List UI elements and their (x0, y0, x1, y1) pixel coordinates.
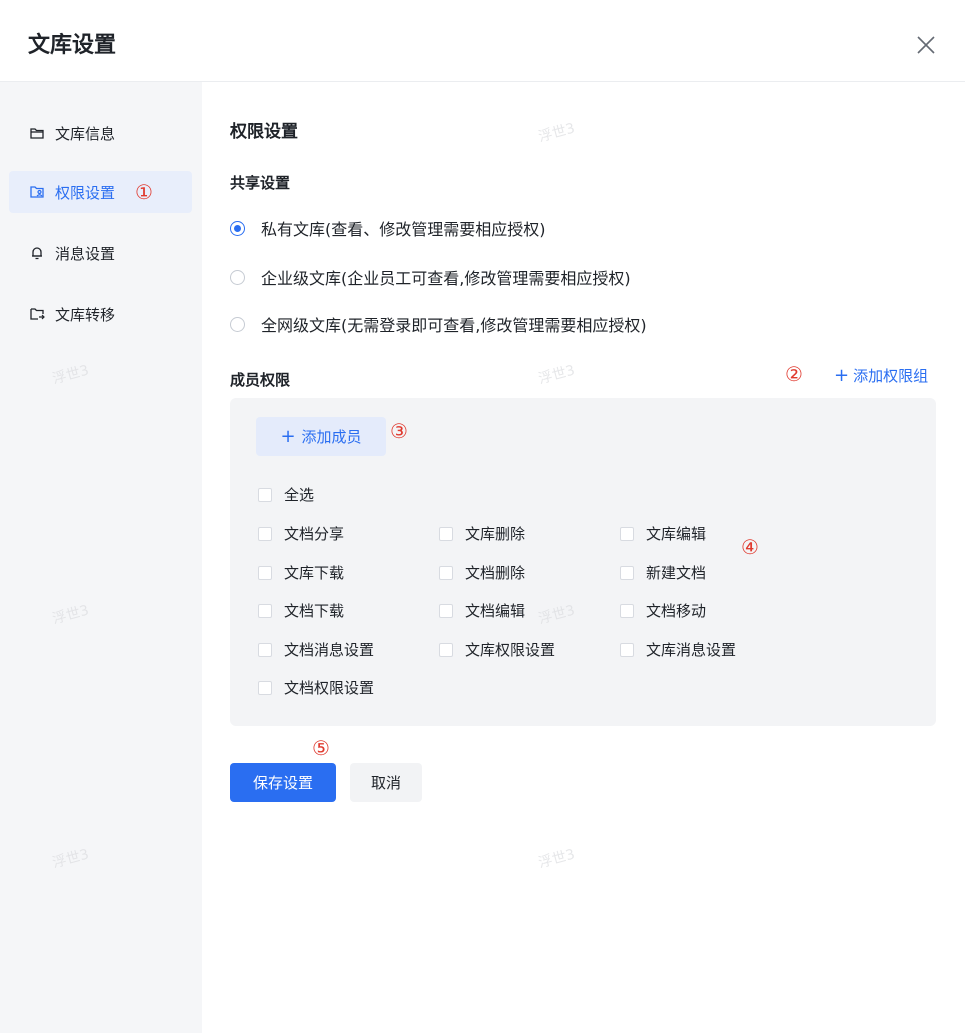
add-member-button[interactable]: + 添加成员 (256, 417, 386, 456)
plus-icon: + (280, 426, 296, 447)
radio-button[interactable] (230, 220, 245, 236)
checkbox[interactable] (620, 565, 634, 580)
close-icon[interactable] (915, 34, 937, 56)
checkbox-permission[interactable]: 文档编辑 (439, 600, 525, 621)
checkbox-label: 文库删除 (465, 525, 526, 543)
checkbox-label: 文档权限设置 (284, 679, 375, 697)
checkbox-label: 新建文档 (646, 564, 707, 582)
sidebar: 文库信息 权限设置 ① 消息设置 文库转移 浮世3 浮世3 浮世3 (0, 82, 202, 1033)
share-option-public[interactable]: 全网级文库(无需登录即可查看,修改管理需要相应授权) (230, 312, 647, 336)
watermark: 浮世3 (50, 362, 91, 388)
checkbox-label: 全选 (284, 486, 315, 504)
sidebar-item-permission-settings[interactable]: 权限设置 ① (9, 171, 192, 213)
plus-icon: + (834, 365, 850, 386)
folder-icon (29, 125, 45, 141)
checkbox[interactable] (258, 487, 272, 502)
sidebar-item-library-transfer[interactable]: 文库转移 (9, 293, 192, 335)
share-option-label: 私有文库(查看、修改管理需要相应授权) (261, 220, 546, 239)
sidebar-item-library-info[interactable]: 文库信息 (9, 112, 192, 154)
annotation-marker-3: ③ (390, 419, 408, 443)
watermark: 浮世3 (536, 120, 577, 146)
checkbox-label: 文档移动 (646, 602, 707, 620)
checkbox-permission[interactable]: 文档下载 (258, 600, 344, 621)
share-option-label: 企业级文库(企业员工可查看,修改管理需要相应授权) (261, 269, 631, 288)
member-permissions-title: 成员权限 (230, 371, 291, 389)
share-option-enterprise[interactable]: 企业级文库(企业员工可查看,修改管理需要相应授权) (230, 265, 631, 289)
sidebar-item-label: 文库信息 (55, 124, 116, 143)
permission-panel: + 添加成员 ③ 全选 文档分享 文库删除 文库编辑 ④ 文库下载 文档删除 新… (230, 398, 936, 726)
checkbox-permission[interactable]: 文库编辑 (620, 523, 706, 544)
checkbox[interactable] (439, 526, 453, 541)
checkbox-permission[interactable]: 文档移动 (620, 600, 706, 621)
library-settings-dialog: 文库设置 文库信息 权限设置 ① 消息设置 文库转移 浮世3 浮世3 浮世3 权… (0, 0, 965, 1033)
checkbox-label: 文档下载 (284, 602, 345, 620)
share-option-private[interactable]: 私有文库(查看、修改管理需要相应授权) (230, 216, 546, 240)
checkbox[interactable] (258, 526, 272, 541)
checkbox-label: 文库编辑 (646, 525, 707, 543)
checkbox-label: 文档删除 (465, 564, 526, 582)
checkbox[interactable] (620, 642, 634, 657)
checkbox-select-all[interactable]: 全选 (258, 484, 314, 505)
checkbox-permission[interactable]: 文库下载 (258, 562, 344, 583)
checkbox[interactable] (258, 603, 272, 618)
section-title: 权限设置 (230, 122, 298, 142)
checkbox[interactable] (258, 680, 272, 695)
checkbox-label: 文库消息设置 (646, 641, 737, 659)
checkbox-label: 文库权限设置 (465, 641, 556, 659)
folder-transfer-icon (29, 306, 45, 322)
checkbox[interactable] (258, 565, 272, 580)
add-member-label: 添加成员 (301, 428, 362, 446)
checkbox[interactable] (620, 526, 634, 541)
checkbox[interactable] (439, 603, 453, 618)
permission-icon (29, 184, 45, 200)
checkbox[interactable] (439, 565, 453, 580)
radio-button[interactable] (230, 269, 245, 285)
checkbox-permission[interactable]: 文库删除 (439, 523, 525, 544)
checkbox-label: 文库下载 (284, 564, 345, 582)
annotation-marker-2: ② (785, 362, 803, 386)
annotation-marker-4: ④ (741, 535, 759, 559)
checkbox-permission[interactable]: 文库消息设置 (620, 639, 736, 660)
cancel-button[interactable]: 取消 (350, 763, 422, 802)
add-permission-group-button[interactable]: + 添加权限组 (834, 365, 928, 386)
sidebar-item-label: 文库转移 (55, 305, 116, 324)
checkbox-permission[interactable]: 文档分享 (258, 523, 344, 544)
save-settings-button[interactable]: 保存设置 (230, 763, 336, 802)
checkbox-permission[interactable]: 文档权限设置 (258, 677, 374, 698)
checkbox[interactable] (439, 642, 453, 657)
checkbox-label: 文档编辑 (465, 602, 526, 620)
watermark: 浮世3 (50, 846, 91, 872)
sidebar-item-label: 消息设置 (55, 244, 116, 263)
annotation-marker-1: ① (135, 180, 153, 204)
add-permission-group-label: 添加权限组 (853, 367, 929, 385)
sidebar-item-label: 权限设置 (55, 183, 116, 202)
checkbox-permission[interactable]: 文档消息设置 (258, 639, 374, 660)
watermark: 浮世3 (50, 602, 91, 628)
share-option-label: 全网级文库(无需登录即可查看,修改管理需要相应授权) (261, 316, 647, 335)
checkbox-permission[interactable]: 文档删除 (439, 562, 525, 583)
dialog-header: 文库设置 (0, 0, 965, 82)
bell-icon (29, 245, 45, 261)
watermark: 浮世3 (536, 846, 577, 872)
checkbox-permission[interactable]: 文库权限设置 (439, 639, 555, 660)
watermark: 浮世3 (536, 362, 577, 388)
checkbox[interactable] (620, 603, 634, 618)
checkbox-permission[interactable]: 新建文档 (620, 562, 706, 583)
annotation-marker-5: ⑤ (312, 736, 330, 760)
checkbox-label: 文档分享 (284, 525, 345, 543)
main-content: 权限设置 共享设置 私有文库(查看、修改管理需要相应授权) 企业级文库(企业员工… (202, 82, 965, 1033)
share-settings-title: 共享设置 (230, 174, 291, 192)
checkbox[interactable] (258, 642, 272, 657)
checkbox-label: 文档消息设置 (284, 641, 375, 659)
sidebar-item-message-settings[interactable]: 消息设置 (9, 232, 192, 274)
dialog-title: 文库设置 (28, 33, 117, 58)
radio-button[interactable] (230, 316, 245, 332)
